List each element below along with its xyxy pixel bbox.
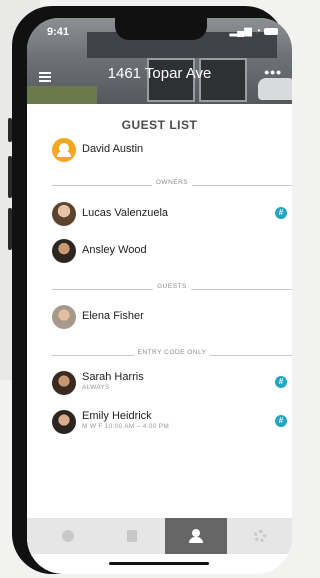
status-icons: ▂▄▆ ◔ [229, 26, 278, 37]
tab-home[interactable] [37, 518, 99, 554]
signal-icon: ▂▄▆ [229, 26, 252, 37]
section-label: ENTRY CODE ONLY [133, 349, 211, 356]
tab-activity[interactable] [101, 518, 163, 554]
entry-code-badge-icon[interactable]: # [275, 376, 287, 388]
guest-row-owner[interactable]: David Austin [52, 138, 287, 164]
section-label: OWNERS [151, 179, 193, 186]
guest-name: Ansley Wood [82, 244, 147, 256]
home-indicator [109, 562, 209, 565]
guests-icon [187, 529, 205, 543]
avatar [52, 410, 76, 434]
guest-name: Elena Fisher [82, 310, 144, 322]
guest-schedule: M W F 10:00 AM – 4:00 PM [82, 423, 170, 430]
circle-icon [62, 530, 74, 542]
guest-row[interactable]: Elena Fisher [52, 305, 287, 331]
guest-name: Sarah Harris [82, 371, 144, 383]
side-button [8, 118, 12, 142]
property-header: 9:41 ▂▄▆ ◔ 1461 Topar Ave ••• [27, 18, 292, 104]
section-label: GUESTS [153, 283, 191, 290]
avatar [52, 371, 76, 395]
guest-row[interactable]: Sarah Harris ALWAYS # [52, 371, 287, 397]
guest-row[interactable]: Lucas Valenzuela # [52, 202, 287, 228]
guest-row[interactable]: Emily Heidrick M W F 10:00 AM – 4:00 PM … [52, 410, 287, 436]
section-header-entry-code-only: ENTRY CODE ONLY [52, 348, 292, 358]
avatar [52, 239, 76, 263]
phone-frame: 9:41 ▂▄▆ ◔ 1461 Topar Ave ••• GUEST LIST… [8, 6, 292, 574]
guest-name: David Austin [82, 143, 144, 155]
house-photo-lawn [27, 86, 97, 104]
app-screen: 9:41 ▂▄▆ ◔ 1461 Topar Ave ••• GUEST LIST… [27, 18, 292, 574]
guest-schedule: ALWAYS [82, 384, 110, 391]
owner-avatar-icon [52, 138, 76, 162]
list-icon [127, 530, 137, 542]
status-time: 9:41 [47, 26, 70, 38]
guest-name: Emily Heidrick [82, 410, 152, 422]
entry-code-badge-icon[interactable]: # [275, 207, 287, 219]
section-header-guests: GUESTS [52, 282, 292, 292]
guest-row[interactable]: Ansley Wood [52, 239, 287, 265]
avatar [52, 202, 76, 226]
bottom-tab-bar [27, 518, 292, 554]
side-button [8, 156, 12, 198]
tab-settings[interactable] [229, 518, 291, 554]
battery-icon [264, 28, 278, 35]
notch [115, 18, 207, 40]
guest-list-title: GUEST LIST [121, 118, 198, 132]
entry-code-badge-icon[interactable]: # [275, 415, 287, 427]
side-button [8, 208, 12, 250]
more-options-icon[interactable]: ••• [264, 64, 282, 80]
wifi-icon: ◔ [254, 26, 261, 37]
tab-guests[interactable] [165, 518, 227, 554]
avatar [52, 305, 76, 329]
section-header-owners: OWNERS [52, 178, 292, 188]
guest-name: Lucas Valenzuela [82, 207, 169, 219]
property-title: 1461 Topar Ave [107, 65, 212, 82]
gear-icon [254, 530, 266, 542]
